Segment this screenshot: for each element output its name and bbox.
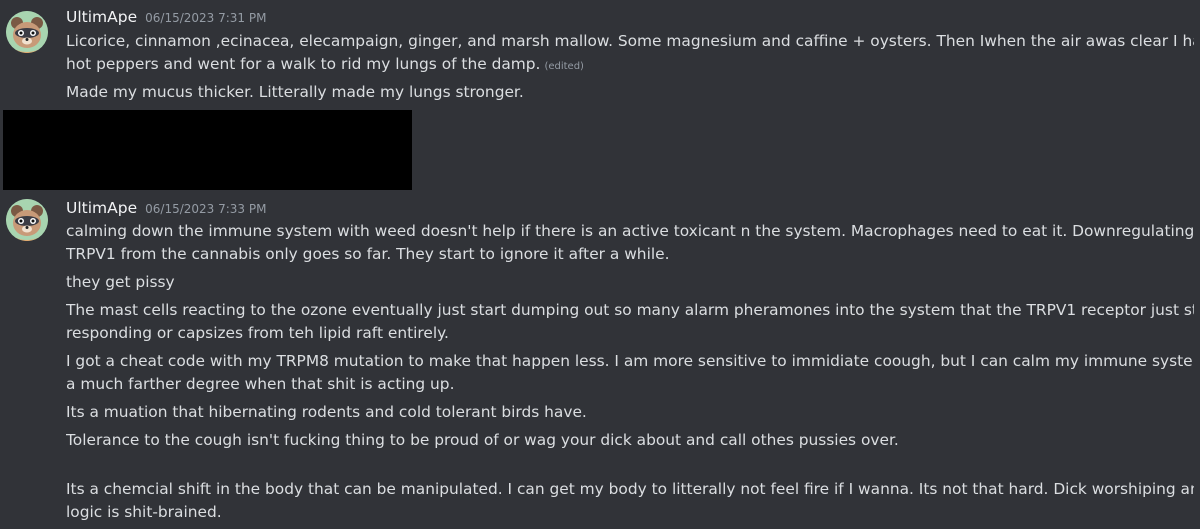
- chat-messages: UltimApe 06/15/2023 7:31 PM Licorice, ci…: [0, 0, 1200, 529]
- message-text: logic is shit-brained.: [66, 503, 222, 521]
- timestamp[interactable]: 06/15/2023 7:33 PM: [145, 202, 266, 216]
- edited-label: (edited): [544, 61, 584, 72]
- message-text: Its a chemcial shift in the body that ca…: [66, 480, 1194, 498]
- message-text: Its a muation that hibernating rodents a…: [66, 403, 587, 421]
- timestamp[interactable]: 06/15/2023 7:31 PM: [145, 11, 266, 25]
- raccoon-avatar-icon[interactable]: [6, 199, 48, 241]
- message-text: hot peppers and went for a walk to rid m…: [66, 55, 541, 73]
- message-text: The mast cells reacting to the ozone eve…: [66, 301, 1194, 319]
- message-text-wrap: hot peppers and went for a walk to rid m…: [66, 53, 1194, 78]
- redacted-block: [3, 110, 412, 190]
- message-text: responding or capsizes from teh lipid ra…: [66, 324, 449, 342]
- message-group: UltimApe 06/15/2023 7:33 PM calming down…: [0, 199, 1200, 529]
- message-header: UltimApe 06/15/2023 7:33 PM: [66, 199, 266, 221]
- username[interactable]: UltimApe: [66, 199, 137, 217]
- message-text: Licorice, cinnamon ,ecinacea, elecampaig…: [66, 32, 1194, 50]
- message-text: calming down the immune system with weed…: [66, 222, 1194, 240]
- message-header: UltimApe 06/15/2023 7:31 PM: [66, 8, 266, 30]
- message-text: they get pissy: [66, 273, 175, 291]
- username[interactable]: UltimApe: [66, 8, 137, 26]
- message-text: Tolerance to the cough isn't fucking thi…: [66, 431, 899, 449]
- message-text: a much farther degree when that shit is …: [66, 375, 455, 393]
- message-text: TRPV1 from the cannabis only goes so far…: [66, 245, 670, 263]
- message-text: Made my mucus thicker. Litterally made m…: [66, 83, 524, 101]
- raccoon-avatar-icon[interactable]: [6, 11, 48, 53]
- message-text: I got a cheat code with my TRPM8 mutatio…: [66, 352, 1194, 370]
- message-group: UltimApe 06/15/2023 7:31 PM Licorice, ci…: [0, 8, 1200, 108]
